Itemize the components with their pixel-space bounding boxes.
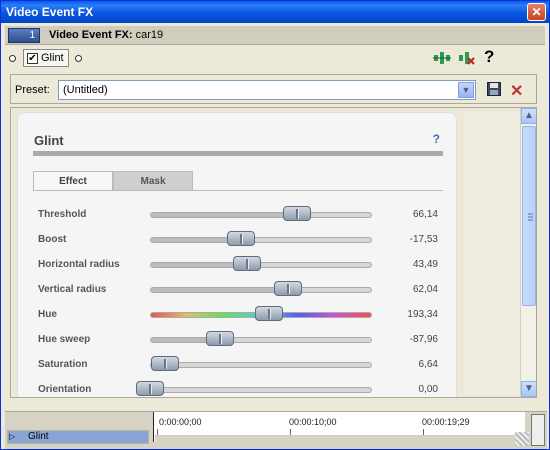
slider-track[interactable]: [150, 362, 372, 368]
param-label: Horizontal radius: [38, 259, 120, 270]
param-row-vertical-radius: Vertical radius 62,04: [38, 280, 438, 302]
save-icon[interactable]: [487, 82, 501, 96]
plugin-help-icon[interactable]: ?: [433, 132, 440, 146]
param-label: Saturation: [38, 359, 88, 370]
param-value: 62,04: [412, 284, 438, 295]
param-value: -87,96: [409, 334, 438, 345]
plugin-content-area: Glint ? Effect Mask Threshold 66,14 Boost -…: [10, 107, 537, 398]
plugin-chain-icon[interactable]: [433, 50, 451, 66]
empty-pane: [464, 112, 521, 394]
slider-thumb[interactable]: [150, 356, 179, 371]
param-value: -17,53: [409, 234, 438, 245]
scroll-thumb[interactable]: [522, 126, 536, 306]
param-value: 193,34: [407, 309, 438, 320]
slider-fill: [151, 213, 297, 217]
timeline-scrollbar[interactable]: [531, 414, 545, 446]
slider-track[interactable]: [150, 237, 372, 243]
track-number-badge[interactable]: 1: [8, 28, 40, 43]
param-row-saturation: Saturation 6,64: [38, 355, 438, 377]
video-event-fx-window: Video Event FX ✕ 1 Video Event FX: car19…: [0, 0, 550, 450]
chevron-down-icon[interactable]: ▼: [458, 82, 474, 98]
remove-plugin-icon[interactable]: [457, 50, 475, 66]
slider-track[interactable]: [150, 287, 372, 293]
title-divider: [33, 151, 443, 156]
param-row-threshold: Threshold 66,14: [38, 205, 438, 227]
slider-thumb[interactable]: [227, 231, 256, 246]
expand-chevron-icon[interactable]: ▷: [9, 431, 15, 443]
chain-start-node-icon: [9, 55, 16, 62]
slider-track[interactable]: [150, 337, 372, 343]
plugin-title: Glint: [34, 133, 64, 148]
time-ruler[interactable]: 0:00:00;00 00:00:10;00 00:00:19;29: [153, 412, 525, 436]
chain-title: Video Event FX: car19: [49, 29, 163, 41]
slider-fill: [151, 288, 288, 292]
preset-label: Preset:: [15, 84, 50, 96]
grip-icon: [528, 213, 533, 221]
fx-chain-item-label: Glint: [41, 52, 64, 64]
vertical-scrollbar[interactable]: ▲ ▼: [520, 108, 536, 397]
param-label: Vertical radius: [38, 284, 107, 295]
help-icon[interactable]: ?: [484, 47, 494, 67]
tick-mark: [290, 429, 291, 435]
tick-mark: [157, 429, 158, 435]
param-label: Boost: [38, 234, 67, 245]
playhead[interactable]: [153, 412, 155, 442]
slider-track[interactable]: [150, 387, 372, 393]
event-name: car19: [135, 29, 164, 41]
slider-thumb[interactable]: [136, 381, 164, 396]
param-value: 6,64: [418, 359, 438, 370]
chain-end-node-icon: [75, 55, 82, 62]
param-label: Hue: [38, 309, 57, 320]
fx-enabled-checkbox[interactable]: ✔: [27, 53, 38, 64]
glint-plugin-panel: Glint ? Effect Mask Threshold 66,14 Boost -…: [17, 112, 457, 397]
param-value: 0,00: [418, 384, 438, 395]
tick-label: 00:00:19;29: [422, 417, 470, 427]
param-row-boost: Boost -17,53: [38, 230, 438, 252]
param-label: Threshold: [38, 209, 87, 220]
param-label: Orientation: [38, 384, 92, 395]
title-bar: Video Event FX ✕: [1, 1, 549, 23]
preset-bar: Preset: (Untitled) ▼ ✕: [10, 74, 537, 104]
window-title: Video Event FX: [6, 5, 94, 19]
preset-value: (Untitled): [63, 84, 108, 96]
resize-grip-icon[interactable]: [515, 432, 529, 446]
slider-thumb[interactable]: [205, 331, 234, 346]
param-row-orientation: Orientation 0,00: [38, 380, 438, 397]
tick-label: 00:00:10;00: [289, 417, 337, 427]
timeline: 0:00:00;00 00:00:10;00 00:00:19;29 ▷ Gli…: [5, 411, 547, 449]
tab-effect[interactable]: Effect: [33, 171, 113, 191]
slider-track[interactable]: [150, 262, 372, 268]
tick-label: 0:00:00;00: [159, 417, 202, 427]
close-icon[interactable]: ✕: [527, 3, 546, 21]
slider-thumb[interactable]: [273, 281, 302, 296]
param-row-hue: Hue 193,34: [38, 305, 438, 327]
tab-divider: [33, 190, 443, 191]
delete-icon[interactable]: ✕: [510, 81, 523, 101]
fx-chain-header: 1 Video Event FX: car19: [5, 26, 545, 45]
slider-track[interactable]: [150, 212, 372, 218]
fx-chain-item-glint[interactable]: ✔ Glint: [23, 49, 69, 67]
timeline-track-label: Glint: [28, 431, 49, 442]
timeline-track-glint[interactable]: ▷ Glint: [7, 430, 149, 444]
slider-thumb[interactable]: [255, 306, 284, 321]
param-row-horizontal-radius: Horizontal radius 43,49: [38, 255, 438, 277]
param-row-hue-sweep: Hue sweep -87,96: [38, 330, 438, 352]
param-value: 66,14: [412, 209, 438, 220]
tick-mark: [423, 429, 424, 435]
scroll-down-icon[interactable]: ▼: [521, 381, 536, 397]
slider-thumb[interactable]: [282, 206, 311, 221]
chain-title-prefix: Video Event FX:: [49, 29, 133, 41]
tab-mask[interactable]: Mask: [113, 171, 193, 191]
slider-thumb[interactable]: [232, 256, 261, 271]
preset-dropdown[interactable]: (Untitled) ▼: [58, 80, 476, 100]
scroll-up-icon[interactable]: ▲: [521, 108, 536, 124]
param-label: Hue sweep: [38, 334, 91, 345]
param-value: 43,49: [412, 259, 438, 270]
fx-chain-row: ✔ Glint ?: [5, 47, 545, 69]
